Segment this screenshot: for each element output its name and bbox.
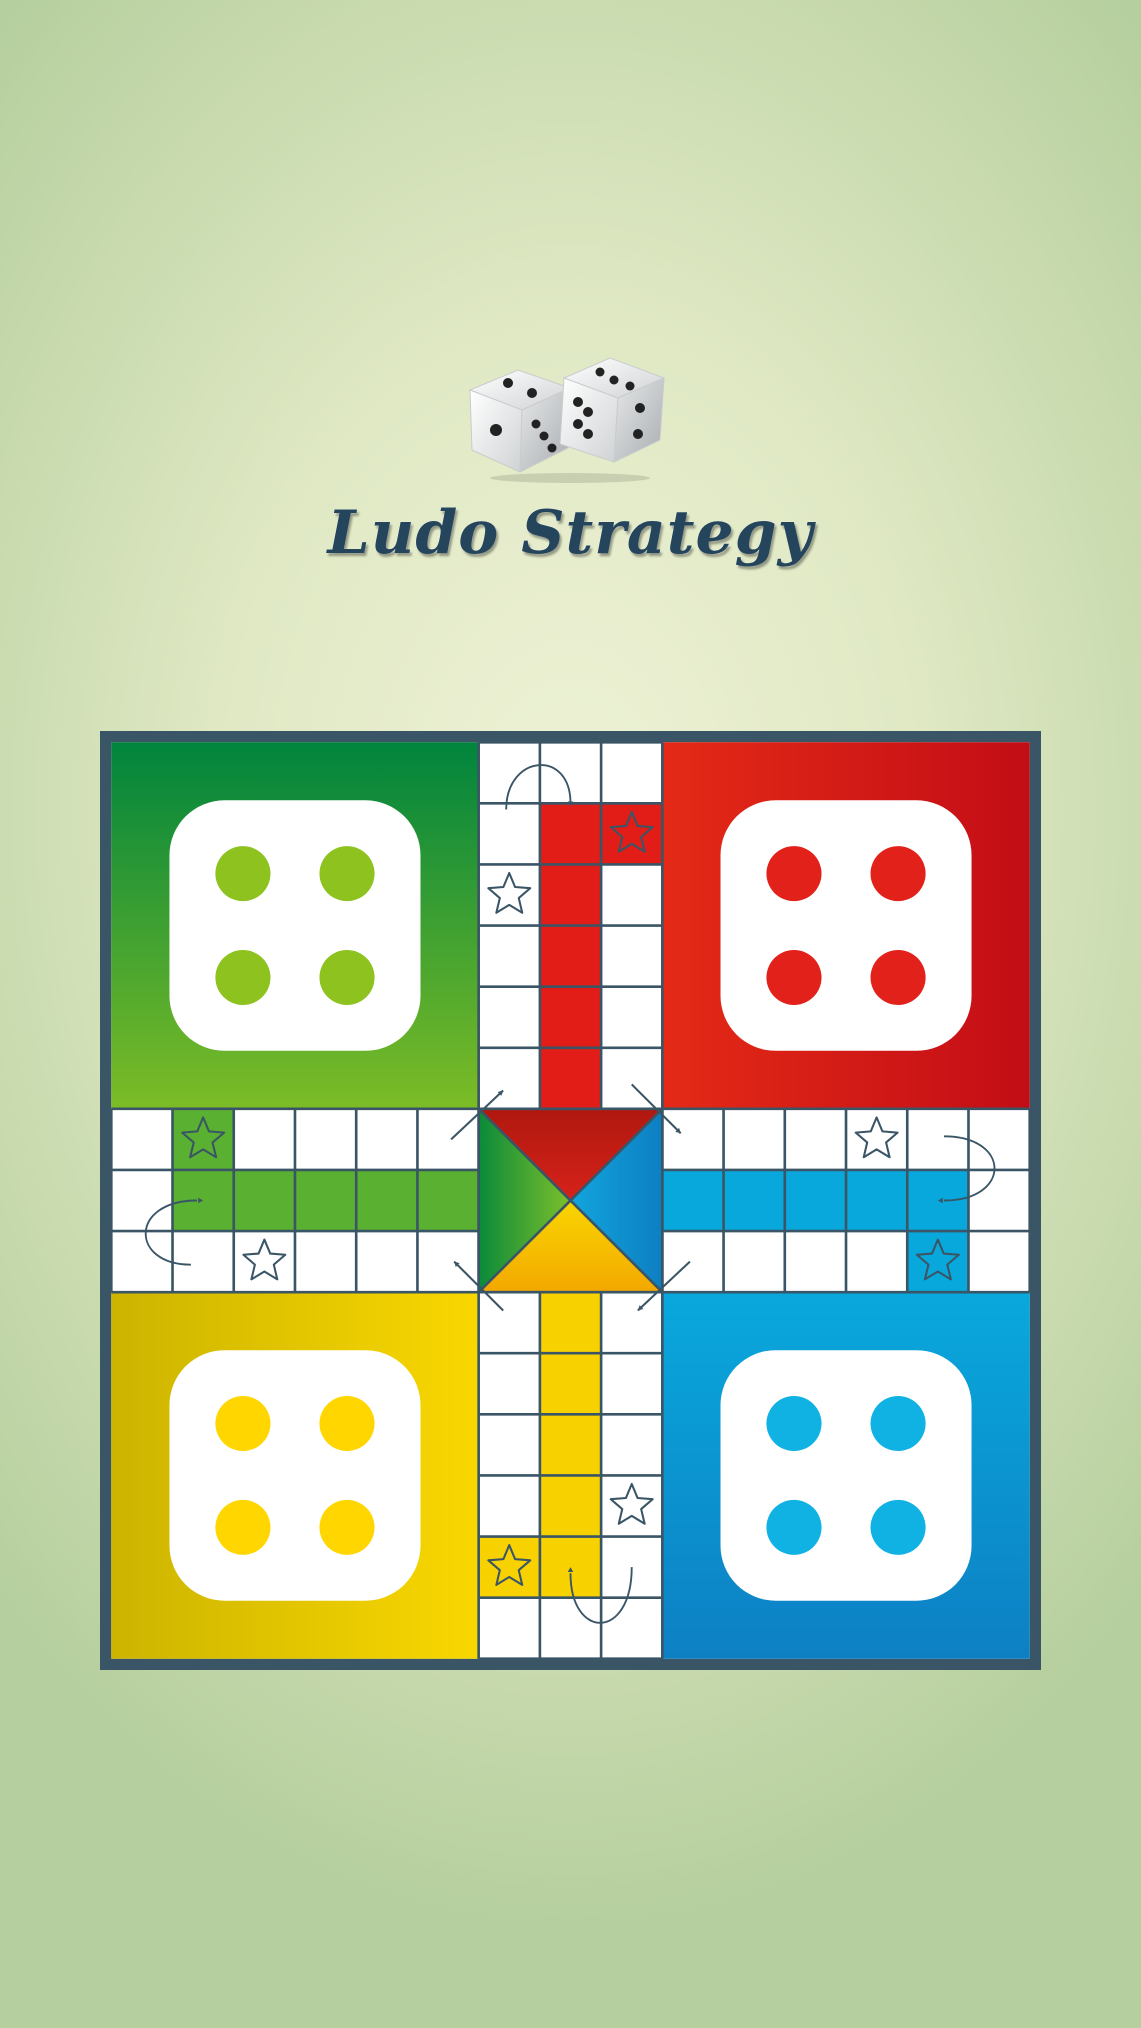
token-slot-green	[319, 846, 375, 902]
token-slot-red	[870, 846, 926, 902]
path-cell-yellow	[539, 1292, 602, 1354]
path-cell-red	[539, 864, 602, 926]
path-cell-blue	[846, 1169, 908, 1232]
path-cell-red	[539, 986, 602, 1048]
token-slot-yellow	[215, 1396, 271, 1452]
path-cell-green	[356, 1169, 418, 1232]
dice-logo-icon	[468, 357, 666, 483]
path-cell-red	[539, 803, 602, 865]
die-right-icon	[559, 357, 666, 463]
token-slot-blue	[766, 1396, 822, 1452]
token-slot-yellow	[319, 1499, 375, 1555]
path-cell-yellow	[539, 1475, 602, 1537]
path-cell-red	[539, 1047, 602, 1109]
die-left-icon	[468, 369, 572, 473]
token-slot-green	[319, 949, 375, 1005]
path-cell-green	[233, 1169, 295, 1232]
token-slot-red	[766, 949, 822, 1005]
path-cell-green	[172, 1169, 234, 1232]
home-red-tile	[720, 800, 972, 1051]
path-cell-red	[539, 925, 602, 987]
token-slot-blue	[870, 1396, 926, 1452]
token-slot-green	[215, 846, 271, 902]
path-cell-yellow	[539, 1414, 602, 1476]
path-cell-green	[417, 1169, 479, 1232]
path-cell-green	[294, 1169, 357, 1232]
home-yellow-tile	[169, 1350, 421, 1601]
ludo-board[interactable]	[100, 731, 1041, 1670]
path-cell-blue	[784, 1169, 847, 1232]
token-slot-yellow	[215, 1499, 271, 1555]
token-slot-blue	[870, 1499, 926, 1555]
token-slot-red	[766, 846, 822, 902]
path-cell-blue	[662, 1169, 724, 1232]
app-title: Ludo Strategy	[327, 498, 814, 568]
token-slot-blue	[766, 1499, 822, 1555]
path-cell-yellow	[539, 1353, 602, 1415]
path-cell-blue	[723, 1169, 785, 1232]
token-slot-green	[215, 949, 271, 1005]
token-slot-red	[870, 949, 926, 1005]
token-slot-yellow	[319, 1396, 375, 1452]
home-blue-tile	[720, 1350, 972, 1601]
home-green-tile	[169, 800, 421, 1051]
